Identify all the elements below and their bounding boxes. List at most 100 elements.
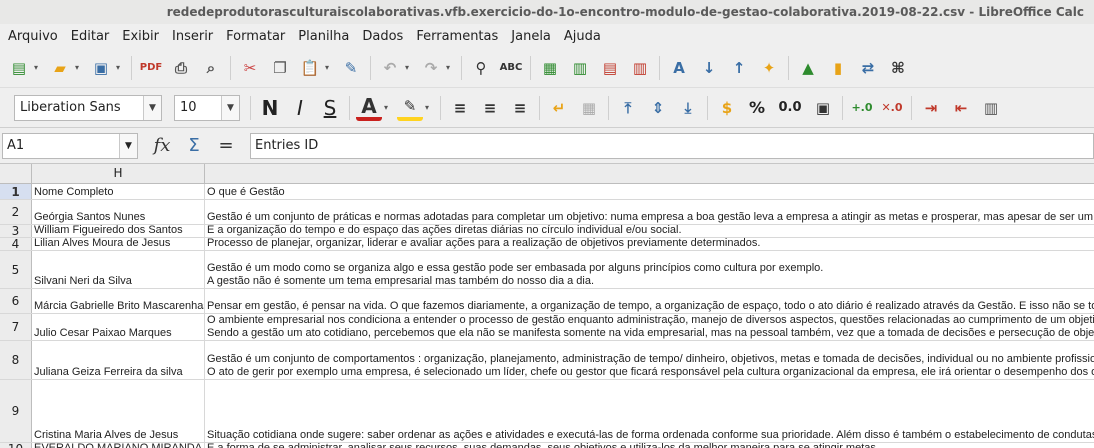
column-header-h[interactable]: H: [32, 164, 205, 183]
save-icon[interactable]: ▣: [88, 55, 114, 81]
row-header[interactable]: 5: [0, 251, 32, 288]
cell-name[interactable]: Márcia Gabrielle Brito Mascarenhas: [32, 289, 205, 313]
undo-dropdown-icon[interactable]: ▾: [405, 63, 413, 72]
paste-dropdown-icon[interactable]: ▾: [325, 63, 333, 72]
menu-formatar[interactable]: Formatar: [226, 29, 285, 44]
open-icon[interactable]: ▰: [47, 55, 73, 81]
clone-formatting-icon[interactable]: ✎: [338, 55, 364, 81]
cell-name[interactable]: William Figueiredo dos Santos: [32, 225, 205, 237]
row-header[interactable]: 3: [0, 224, 32, 238]
align-right-icon[interactable]: ≡: [507, 95, 533, 121]
menu-dados[interactable]: Dados: [362, 29, 403, 44]
row-header[interactable]: 6: [0, 289, 32, 313]
row-header[interactable]: 2: [0, 200, 32, 224]
insert-row-icon[interactable]: ▤: [597, 55, 623, 81]
font-color-dropdown-icon[interactable]: ▾: [384, 103, 392, 112]
merge-cells-icon[interactable]: ▦: [576, 95, 602, 121]
column-header-i[interactable]: [205, 164, 1094, 183]
align-middle-icon[interactable]: ⇕: [645, 95, 671, 121]
menu-exibir[interactable]: Exibir: [122, 29, 159, 44]
find-replace-icon[interactable]: ⚲: [468, 55, 494, 81]
print-preview-icon[interactable]: ⌕: [198, 55, 224, 81]
save-dropdown-icon[interactable]: ▾: [116, 63, 124, 72]
cell-name[interactable]: EVERALDO MARIANO MIRANDA: [32, 443, 205, 448]
sort-icon[interactable]: A: [666, 55, 692, 81]
menu-planilha[interactable]: Planilha: [298, 29, 349, 44]
cell-answer[interactable]: O que é Gestão: [205, 184, 1094, 199]
cell-answer[interactable]: Gestão é um modo como se organiza algo e…: [205, 251, 1094, 288]
spelling-icon[interactable]: ABC: [498, 55, 524, 81]
chevron-down-icon[interactable]: ▼: [143, 95, 161, 120]
cell-answer[interactable]: Situação cotidiana onde sugere: saber or…: [205, 380, 1094, 442]
font-color-button[interactable]: A: [356, 94, 382, 121]
align-bottom-icon[interactable]: ⤓: [675, 95, 701, 121]
align-left-icon[interactable]: ≡: [447, 95, 473, 121]
open-dropdown-icon[interactable]: ▾: [75, 63, 83, 72]
font-name-combo[interactable]: Liberation Sans ▼: [14, 94, 162, 121]
cell-answer[interactable]: Gestão é um conjunto de práticas e norma…: [205, 200, 1094, 224]
column-icon[interactable]: ▥: [567, 55, 593, 81]
paste-icon[interactable]: 📋: [297, 55, 323, 81]
undo-icon[interactable]: ↶: [377, 55, 403, 81]
font-size-combo[interactable]: 10 ▼: [174, 94, 240, 121]
print-icon[interactable]: ⎙: [168, 55, 194, 81]
borders-icon[interactable]: ▥: [978, 95, 1004, 121]
cell-answer[interactable]: O ambiente empresarial nos condiciona a …: [205, 314, 1094, 340]
cell-name[interactable]: Julio Cesar Paixao Marques: [32, 314, 205, 340]
menu-arquivo[interactable]: Arquivo: [8, 29, 58, 44]
menu-editar[interactable]: Editar: [71, 29, 110, 44]
cell-name[interactable]: Juliana Geiza Ferreira da silva: [32, 341, 205, 379]
cell-answer[interactable]: Pensar em gestão, é pensar na vida. O qu…: [205, 289, 1094, 313]
sum-icon[interactable]: Σ: [178, 135, 210, 156]
cell-name[interactable]: Nome Completo: [32, 184, 205, 199]
row-icon[interactable]: ▦: [537, 55, 563, 81]
underline-button[interactable]: S: [317, 95, 343, 121]
sort-asc-icon[interactable]: ↓: [696, 55, 722, 81]
number-format-button[interactable]: 0.0: [774, 95, 806, 121]
cell-answer[interactable]: É a organização do tempo e do espaço das…: [205, 225, 1094, 237]
chart-icon[interactable]: ▮: [825, 55, 851, 81]
chevron-down-icon[interactable]: ▼: [119, 133, 137, 158]
add-decimal-icon[interactable]: +.0: [849, 95, 875, 121]
menu-ajuda[interactable]: Ajuda: [564, 29, 601, 44]
autofilter-icon[interactable]: ✦: [756, 55, 782, 81]
cell-answer[interactable]: É a forma de se administrar, analisar se…: [205, 443, 1094, 448]
cell-name[interactable]: Geórgia Santos Nunes: [32, 200, 205, 224]
spreadsheet-grid[interactable]: H 1 Nome Completo O que é Gestão 2 Geórgia S…: [0, 164, 1094, 448]
row-header[interactable]: 10: [0, 442, 32, 448]
copy-icon[interactable]: ❐: [267, 55, 293, 81]
increase-indent-icon[interactable]: ⇥: [918, 95, 944, 121]
new-icon[interactable]: ▤: [6, 55, 32, 81]
sort-desc-icon[interactable]: ↑: [726, 55, 752, 81]
pdf-icon[interactable]: PDF: [138, 55, 164, 81]
date-format-icon[interactable]: ▣: [810, 95, 836, 121]
percent-button[interactable]: %: [744, 95, 770, 121]
highlight-dropdown-icon[interactable]: ▾: [425, 103, 433, 112]
decrease-indent-icon[interactable]: ⇤: [948, 95, 974, 121]
align-top-icon[interactable]: ⤒: [615, 95, 641, 121]
menu-janela[interactable]: Janela: [511, 29, 551, 44]
formula-equals-icon[interactable]: =: [210, 135, 242, 156]
cut-icon[interactable]: ✂: [237, 55, 263, 81]
align-center-icon[interactable]: ≡: [477, 95, 503, 121]
highlight-color-icon[interactable]: ✎: [397, 95, 423, 121]
cell-name[interactable]: Lilian Alves Moura de Jesus: [32, 238, 205, 250]
insert-column-icon[interactable]: ▥: [627, 55, 653, 81]
menu-ferramentas[interactable]: Ferramentas: [416, 29, 498, 44]
function-wizard-icon[interactable]: fx: [146, 135, 178, 156]
row-header[interactable]: 7: [0, 314, 32, 340]
chevron-down-icon[interactable]: ▼: [221, 95, 239, 120]
cell-name[interactable]: Silvani Neri da Silva: [32, 251, 205, 288]
new-dropdown-icon[interactable]: ▾: [34, 63, 42, 72]
italic-button[interactable]: I: [287, 95, 313, 121]
bold-button[interactable]: N: [257, 95, 283, 121]
row-header[interactable]: 1: [0, 184, 32, 199]
formula-input[interactable]: Entries ID: [250, 132, 1094, 159]
currency-icon[interactable]: $: [714, 95, 740, 121]
pivot-icon[interactable]: ⇄: [855, 55, 881, 81]
cell-answer[interactable]: Gestão é um conjunto de comportamentos :…: [205, 341, 1094, 379]
cell-name[interactable]: Cristina Maria Alves de Jesus: [32, 380, 205, 442]
cell-answer[interactable]: Processo de planejar, organizar, liderar…: [205, 238, 1094, 250]
image-icon[interactable]: ▲: [795, 55, 821, 81]
special-char-icon[interactable]: ⌘: [885, 55, 911, 81]
